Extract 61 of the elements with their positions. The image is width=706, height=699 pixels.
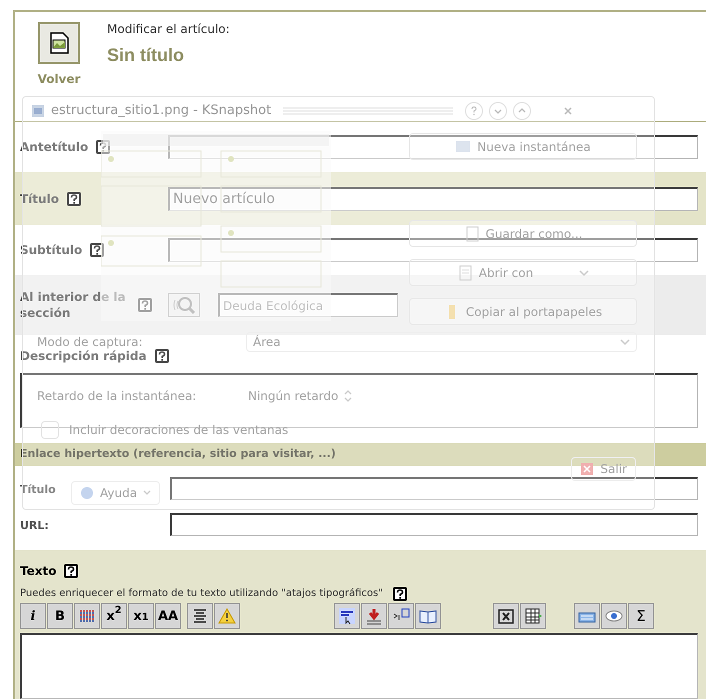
sigma-button[interactable]: Σ [628, 603, 654, 629]
document-icon [464, 226, 480, 242]
table-icon [523, 606, 543, 626]
document-icon [456, 264, 473, 280]
field-label: Antetítulo [20, 139, 88, 156]
field-label: Título [20, 483, 56, 496]
field-label: Subtítulo [20, 242, 82, 259]
close-icon [563, 106, 574, 116]
checkbox[interactable] [41, 421, 59, 439]
center-button[interactable] [187, 603, 213, 629]
delay-spinbox[interactable]: Ningún retardo [246, 385, 354, 407]
down-arrow-icon [364, 606, 384, 626]
field-label: Título [20, 190, 59, 208]
caret-icon [579, 268, 590, 276]
back-link[interactable]: Volver [38, 70, 80, 88]
capture-mode-dropdown[interactable]: Área [246, 332, 637, 352]
sup-button[interactable]: x$^{2}$ [101, 603, 127, 629]
input-field[interactable]: Deuda Ecológica [218, 293, 398, 317]
input-field[interactable] [168, 238, 698, 262]
input-field[interactable] [170, 476, 698, 500]
article-icon[interactable] [38, 22, 80, 64]
hint-text: Puedes enriquecer el formato de tu texto utilizando "atajos tipográficos" [20, 587, 383, 601]
input-field[interactable]: Nuevo artículo [168, 186, 698, 210]
window-icon [31, 104, 45, 118]
caret-icon [143, 490, 152, 496]
article-title: Sin título [107, 44, 185, 67]
field-label: URL: [20, 519, 49, 532]
window-icon [455, 138, 472, 154]
field-label: Descripción rápida [20, 348, 147, 365]
bold-button[interactable]: B [47, 603, 73, 629]
field-label: Modo de captura: [37, 334, 144, 350]
text-area[interactable] [20, 633, 698, 699]
caps-button[interactable]: AA [155, 603, 181, 629]
italic-button[interactable]: i [20, 603, 46, 629]
help-menu-button[interactable]: Ayuda [71, 481, 160, 505]
save-button[interactable]: Guardar como... [409, 220, 637, 247]
field-label: Retardo de la instantánea: [37, 388, 198, 405]
window-title: estructura_sitio1.png - KSnapshot [51, 102, 272, 120]
checkbox-label: Incluir decoraciones de las ventanas [69, 422, 288, 439]
question-mark-icon [469, 106, 480, 116]
table-button[interactable] [520, 603, 546, 629]
caret-icon [620, 338, 630, 346]
field-label: Texto [20, 563, 56, 580]
quit-button[interactable]: Salir [571, 457, 636, 481]
tools-button[interactable] [493, 603, 519, 629]
strike-button[interactable] [74, 603, 100, 629]
copy-button[interactable]: Copiar al portapapeles [409, 298, 637, 325]
preview-button[interactable] [601, 603, 627, 629]
new-button[interactable]: Nueva instantánea [409, 133, 637, 160]
spip-button[interactable] [334, 603, 360, 629]
input-field[interactable] [170, 512, 698, 536]
anchor-button[interactable] [361, 603, 387, 629]
spinner-icon [344, 389, 352, 403]
keyboard-button[interactable] [574, 603, 600, 629]
note-button[interactable] [388, 603, 414, 629]
close-icon [580, 462, 594, 476]
hand-cursor-icon [337, 606, 357, 626]
page-subtitle: Modificar el artículo: [107, 21, 230, 38]
warning-icon [217, 606, 237, 626]
open-button[interactable]: Abrir con [409, 259, 637, 286]
glossary-button[interactable] [415, 603, 441, 629]
